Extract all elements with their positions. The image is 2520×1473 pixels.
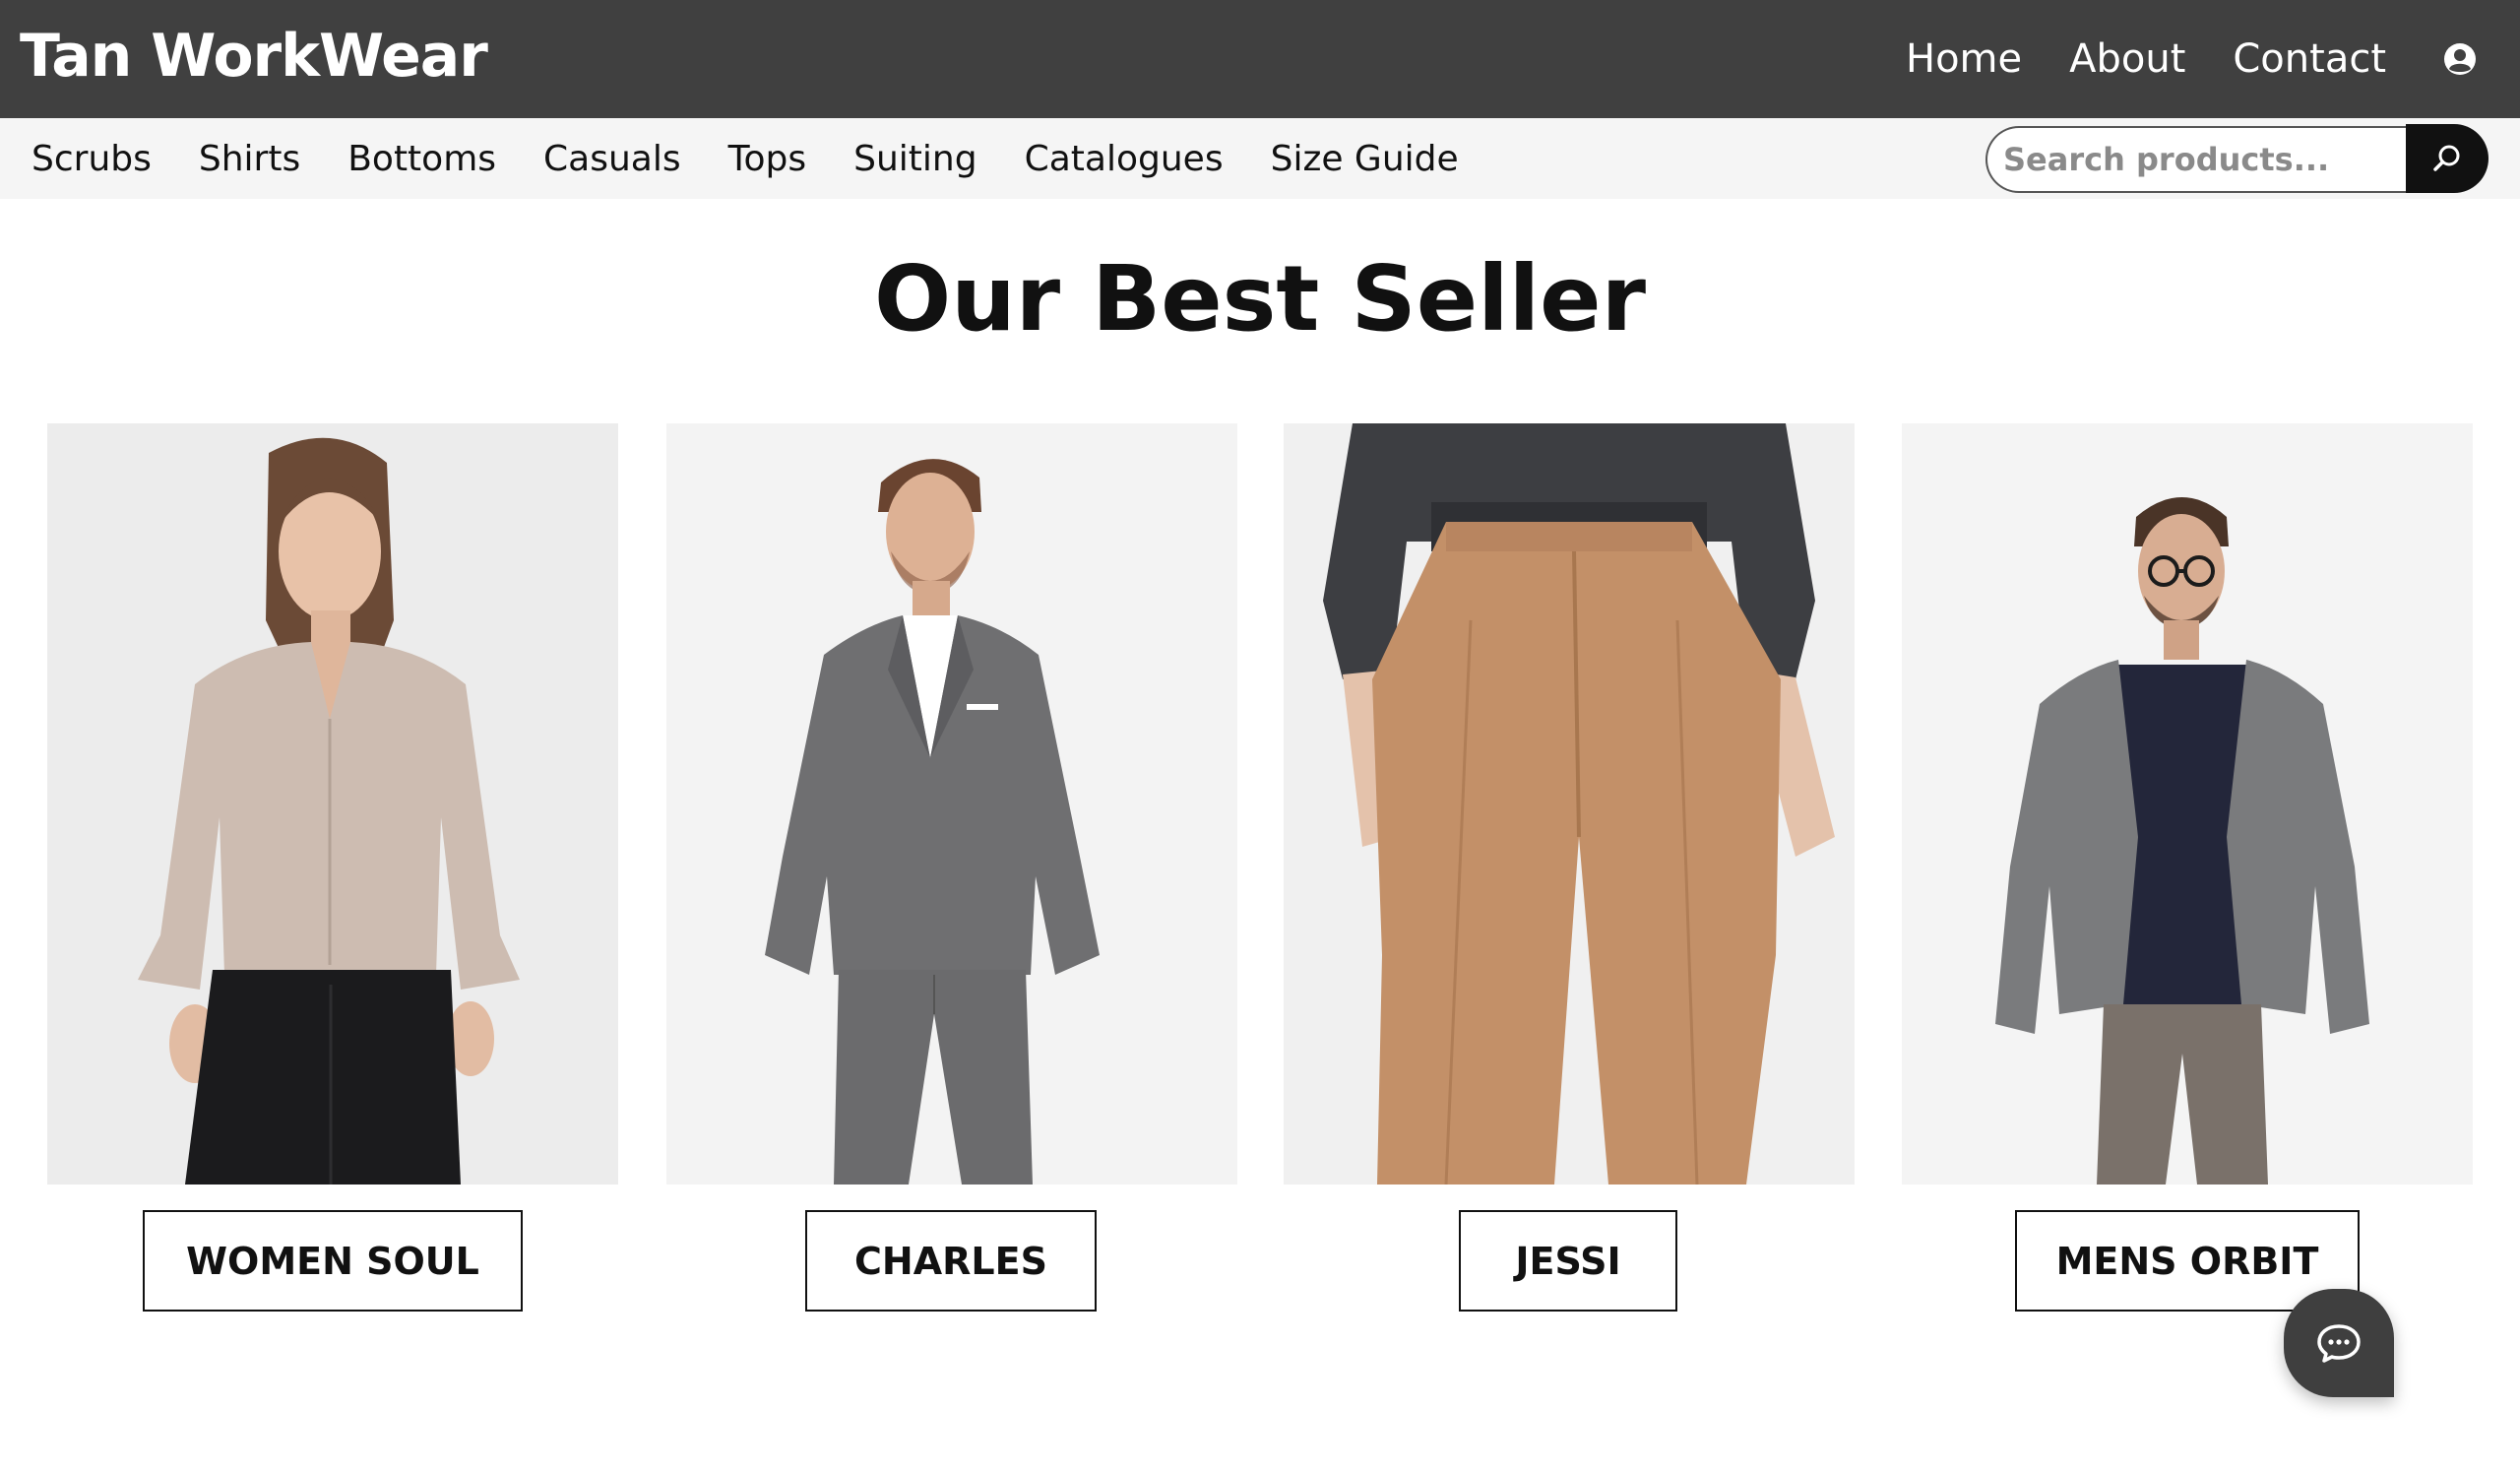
category-link-catalogues[interactable]: Catalogues <box>1025 139 1224 179</box>
category-link-casuals[interactable]: Casuals <box>543 139 681 179</box>
search-input[interactable] <box>1985 126 2409 193</box>
chat-bubble-icon <box>2317 1324 2361 1363</box>
product-image-charles[interactable] <box>666 423 1237 1185</box>
top-nav: Home About Contact <box>1906 0 2386 118</box>
product-image-women-soul[interactable] <box>47 423 618 1185</box>
product-photo <box>666 423 1237 1185</box>
product-button-charles[interactable]: CHARLES <box>805 1210 1097 1312</box>
category-nav: Scrubs Shirts Bottoms Casuals Tops Suiti… <box>32 118 1459 199</box>
search-icon <box>2433 145 2460 171</box>
category-link-scrubs[interactable]: Scrubs <box>32 139 152 179</box>
product-button-women-soul[interactable]: WOMEN SOUL <box>143 1210 523 1312</box>
category-link-bottoms[interactable]: Bottoms <box>347 139 496 179</box>
nav-link-contact[interactable]: Contact <box>2233 36 2386 82</box>
user-circle-icon[interactable] <box>2443 42 2477 76</box>
category-link-suiting[interactable]: Suiting <box>853 139 976 179</box>
nav-link-home[interactable]: Home <box>1906 36 2022 82</box>
nav-link-about[interactable]: About <box>2069 36 2185 82</box>
chat-button[interactable] <box>2284 1289 2394 1397</box>
product-image-mens-orbit[interactable] <box>1902 423 2473 1185</box>
search-button[interactable] <box>2406 124 2488 193</box>
category-link-size-guide[interactable]: Size Guide <box>1271 139 1459 179</box>
category-link-shirts[interactable]: Shirts <box>199 139 300 179</box>
section-title: Our Best Seller <box>874 246 1646 352</box>
top-header: Tan WorkWear Home About Contact <box>0 0 2520 118</box>
product-photo <box>1284 423 1855 1185</box>
product-image-jessi[interactable] <box>1284 423 1855 1185</box>
category-link-tops[interactable]: Tops <box>728 139 807 179</box>
product-button-jessi[interactable]: JESSI <box>1459 1210 1677 1312</box>
product-photo <box>1902 423 2473 1185</box>
brand-logo[interactable]: Tan WorkWear <box>20 22 488 91</box>
product-photo <box>47 423 618 1185</box>
